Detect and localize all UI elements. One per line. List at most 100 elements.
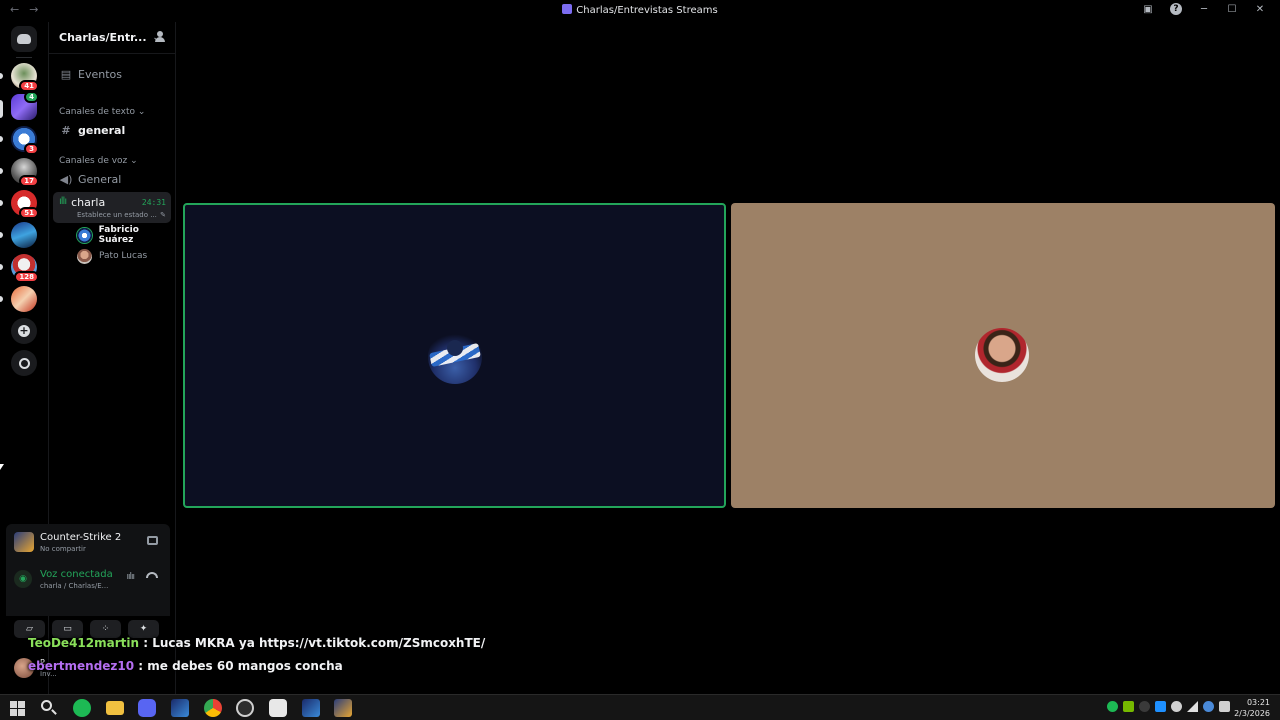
direct-messages-button[interactable] [11, 26, 37, 52]
activity-panel: Counter-Strike 2 No compartir [6, 524, 170, 560]
compass-icon [18, 357, 30, 369]
unread-pill [0, 264, 3, 270]
start-button[interactable] [8, 699, 26, 717]
chat-text: Lucas MKRA ya https://vt.tiktok.com/ZSmc… [152, 636, 486, 650]
voice-channel-general[interactable]: ◀) General [53, 169, 171, 189]
unread-pill [0, 73, 3, 79]
clock-date: 2/3/2026 [1234, 709, 1270, 718]
participant-tile[interactable] [731, 203, 1275, 508]
chat-overlay-message: ebertmendez10 : me debes 60 mangos conch… [28, 659, 343, 673]
participant-avatar [975, 328, 1029, 382]
plus-icon: + [18, 324, 30, 337]
server-icon-selected[interactable]: 4 [11, 91, 39, 120]
maximize-button[interactable]: ☐ [1218, 4, 1246, 15]
mention-badge: 3 [24, 143, 39, 155]
voice-connection-panel: ◉ Voz conectada charla / Charlas/E... ıı… [6, 560, 170, 638]
participant-tile-speaking[interactable] [183, 203, 726, 508]
help-icon: ? [1170, 3, 1182, 15]
game-icon [14, 532, 34, 552]
unread-pill [0, 296, 3, 302]
unread-pill [0, 232, 3, 238]
edit-icon[interactable]: ✎ [160, 211, 166, 219]
share-status: No compartir [40, 545, 86, 553]
server-icon[interactable] [11, 286, 37, 312]
voice-stage [176, 22, 1280, 694]
discover-button[interactable] [11, 350, 37, 376]
server-icon[interactable]: 3 [11, 126, 39, 155]
discord-icon[interactable] [138, 699, 156, 717]
events-item[interactable]: ▤ Eventos [53, 64, 171, 84]
events-label: Eventos [78, 67, 122, 81]
window-controls: ▣ ? ─ ☐ ✕ [1134, 3, 1274, 15]
chat-username: ebertmendez10 [28, 659, 135, 673]
screen-icon: ▭ [63, 624, 72, 634]
rail-divider [16, 57, 32, 58]
close-button[interactable]: ✕ [1246, 4, 1274, 15]
taskbar: 03:21 2/3/2026 [0, 694, 1280, 720]
inbox-icon[interactable]: ▣ [1134, 4, 1162, 15]
signal-icon[interactable]: ◉ [14, 570, 32, 588]
add-server-button[interactable]: + [11, 318, 37, 344]
help-button[interactable]: ? [1162, 3, 1190, 15]
channel-status[interactable]: Establece un estado ... [77, 211, 157, 219]
channel-icon [562, 4, 573, 14]
file-explorer-icon[interactable] [106, 701, 124, 715]
minimize-button[interactable]: ─ [1190, 4, 1218, 15]
voice-member[interactable]: Pato Lucas [77, 247, 147, 265]
activities-icon: ⁘ [101, 624, 110, 634]
channel-name: General [78, 172, 122, 186]
clock-time: 03:21 [1246, 698, 1270, 707]
capcut-icon[interactable] [269, 699, 287, 717]
channel-general-text[interactable]: # general [53, 120, 171, 140]
mention-badge: 17 [19, 175, 39, 187]
camera-off-icon: ▱ [26, 624, 33, 634]
call-timer: 24:31 [141, 198, 166, 207]
voice-location[interactable]: charla / Charlas/E... [40, 582, 108, 590]
channel-name: charla [71, 196, 106, 209]
guild-header[interactable]: Charlas/Entr... ⌄ [49, 22, 177, 54]
screen-share-icon[interactable] [147, 536, 158, 545]
noise-suppression-icon[interactable]: ıılıı [126, 572, 134, 582]
steam-icon[interactable] [171, 699, 189, 717]
obs-tray-icon[interactable] [1171, 701, 1182, 712]
add-member-icon[interactable] [155, 31, 167, 43]
server-icon[interactable]: 51 [11, 190, 39, 219]
disconnect-icon[interactable] [146, 572, 158, 578]
voice-category[interactable]: Canales de voz ⌄ [59, 156, 138, 166]
server-icon[interactable]: 41 [11, 63, 39, 92]
window-title: Charlas/Entrevistas Streams [0, 4, 1280, 16]
chat-text: me debes 60 mangos concha [147, 659, 343, 673]
wifi-icon[interactable] [1187, 701, 1198, 712]
text-category[interactable]: Canales de texto ⌄ [59, 107, 145, 117]
voice-category-label: Canales de voz [59, 156, 128, 166]
steam-icon[interactable] [302, 699, 320, 717]
mouse-cursor-icon [0, 464, 4, 470]
server-icon[interactable] [11, 222, 37, 248]
obs-icon[interactable] [236, 699, 254, 717]
unread-pill [0, 136, 3, 142]
voice-channel-charla[interactable]: ıllı charla 24:31 Establece un estado ..… [53, 192, 171, 223]
spotify-icon[interactable] [73, 699, 91, 717]
server-icon[interactable]: 17 [11, 158, 39, 187]
chrome-icon[interactable] [204, 699, 222, 717]
mention-badge: 128 [14, 271, 39, 283]
nvidia-tray-icon[interactable] [1123, 701, 1134, 712]
guild-name: Charlas/Entr... [59, 31, 147, 44]
channel-name: general [78, 123, 126, 137]
counter-strike-icon[interactable] [334, 699, 352, 717]
voice-connected-label[interactable]: Voz conectada [40, 569, 113, 580]
selected-pill [0, 100, 3, 118]
clock[interactable]: 03:21 2/3/2026 [1234, 697, 1270, 719]
steam-tray-icon[interactable] [1203, 701, 1214, 712]
search-icon[interactable] [40, 699, 58, 717]
mention-badge: 51 [19, 207, 39, 219]
tray-icon[interactable] [1139, 701, 1150, 712]
volume-icon[interactable] [1219, 701, 1230, 712]
voice-member[interactable]: Fabricio Suárez [77, 225, 175, 245]
member-name: Fabricio Suárez [98, 225, 139, 245]
tray-icon[interactable] [1155, 701, 1166, 712]
chat-separator: : [134, 659, 148, 673]
chat-username: TeoDe412martin [28, 636, 140, 650]
server-icon[interactable]: 128 [11, 254, 39, 283]
spotify-tray-icon[interactable] [1107, 701, 1118, 712]
